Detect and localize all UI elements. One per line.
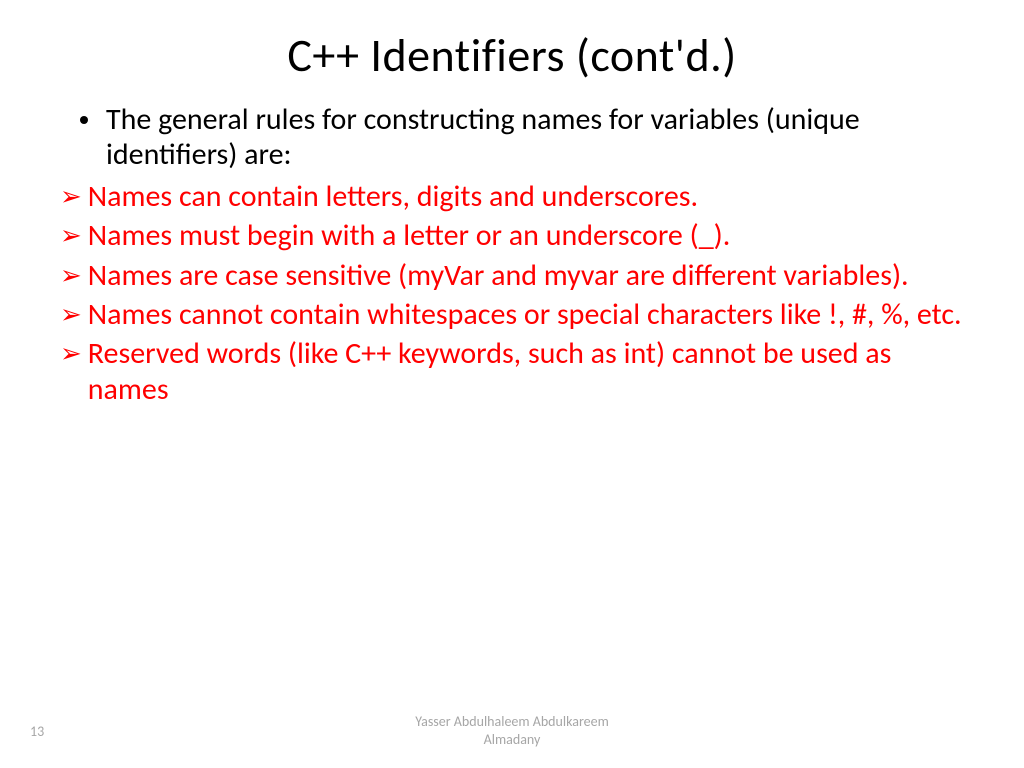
slide: C++ Identifiers (cont'd.) The general ru…	[0, 0, 1024, 768]
rule-text: Names are case sensitive (myVar and myva…	[88, 258, 964, 293]
rule-item: ➢ Names can contain letters, digits and …	[60, 179, 964, 214]
rule-text: Names can contain letters, digits and un…	[88, 179, 964, 214]
arrow-icon: ➢	[60, 260, 82, 291]
arrow-icon: ➢	[60, 181, 82, 212]
footer-author: Yasser Abdulhaleem Abdulkareem Almadany	[0, 713, 1024, 748]
arrow-icon: ➢	[60, 220, 82, 251]
rule-item: ➢ Reserved words (like C++ keywords, suc…	[60, 336, 964, 407]
intro-item: The general rules for constructing names…	[60, 102, 964, 173]
rule-item: ➢ Names are case sensitive (myVar and my…	[60, 258, 964, 293]
intro-text: The general rules for constructing names…	[106, 102, 964, 173]
slide-content: The general rules for constructing names…	[60, 102, 964, 407]
rule-item: ➢ Names must begin with a letter or an u…	[60, 218, 964, 253]
author-line-2: Almadany	[484, 731, 541, 748]
arrow-icon: ➢	[60, 338, 82, 369]
bullet-dot-icon	[80, 116, 88, 124]
rule-text: Names cannot contain whitespaces or spec…	[88, 297, 964, 332]
arrow-icon: ➢	[60, 299, 82, 330]
rule-text: Reserved words (like C++ keywords, such …	[88, 336, 964, 407]
author-line-1: Yasser Abdulhaleem Abdulkareem	[415, 713, 609, 730]
rule-text: Names must begin with a letter or an und…	[88, 218, 964, 253]
slide-title: C++ Identifiers (cont'd.)	[60, 28, 964, 84]
rule-item: ➢ Names cannot contain whitespaces or sp…	[60, 297, 964, 332]
